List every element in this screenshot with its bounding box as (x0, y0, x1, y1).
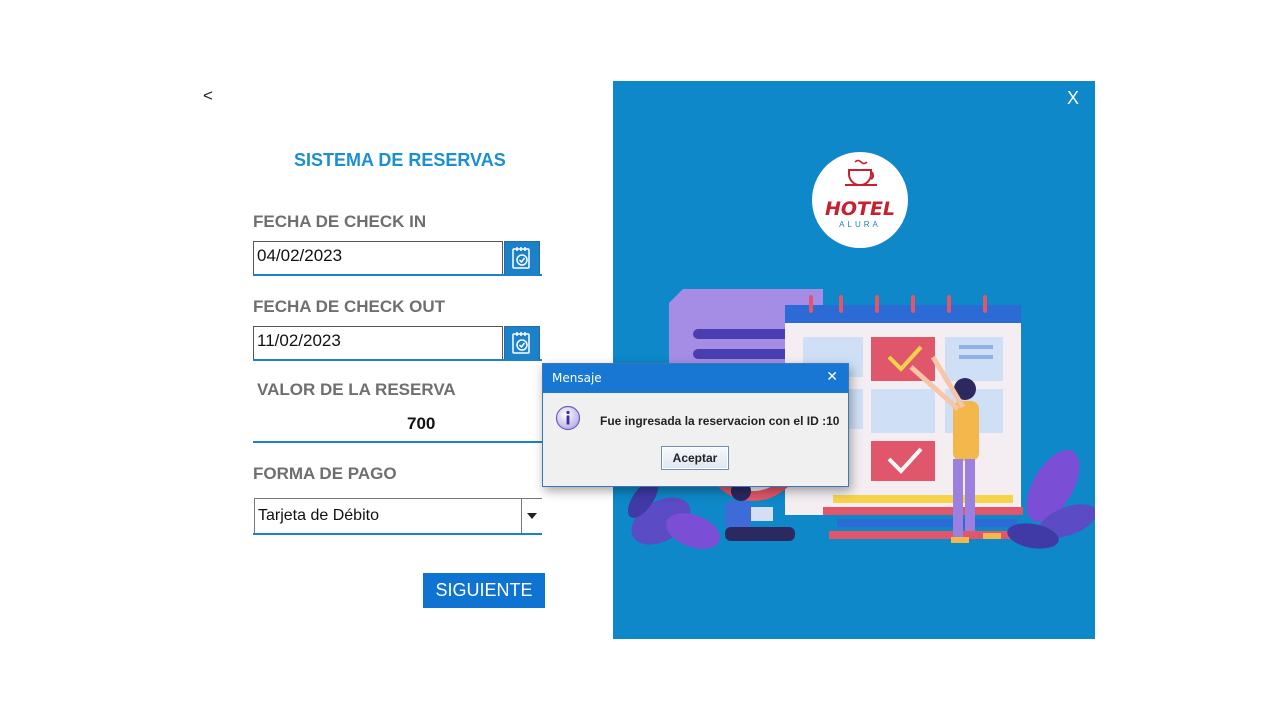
logo-subtext: ALURA (839, 220, 881, 229)
page-title: SISTEMA DE RESERVAS (294, 150, 506, 170)
dialog-title: Mensaje (552, 371, 602, 385)
logo-text: HOTEL (824, 198, 896, 220)
checkin-date-input[interactable]: 04/02/2023 (253, 241, 503, 275)
checkout-underline (253, 359, 542, 361)
dialog-message: Fue ingresada la reservacion con el ID :… (600, 414, 840, 428)
dropdown-arrow[interactable] (521, 499, 542, 533)
close-window-button[interactable]: X (1067, 88, 1079, 109)
valor-value: 700 (407, 414, 436, 433)
payment-method-value: Tarjeta de Débito (258, 507, 379, 524)
checkin-label: FECHA DE CHECK IN (253, 212, 427, 231)
checkout-label: FECHA DE CHECK OUT (253, 297, 446, 316)
illustration-panel: X HOTEL ALURA (613, 81, 1095, 639)
valor-label: VALOR DE LA RESERVA (257, 380, 456, 399)
calendar-icon (512, 247, 530, 269)
hotel-logo: HOTEL ALURA (812, 152, 908, 248)
pago-underline (253, 533, 542, 535)
checkout-date-input[interactable]: 11/02/2023 (253, 326, 503, 360)
checkin-underline (253, 274, 542, 276)
payment-method-select[interactable]: Tarjeta de Débito (254, 498, 542, 534)
pago-label: FORMA DE PAGO (253, 464, 397, 483)
checkin-calendar-button[interactable] (504, 241, 540, 275)
calendar-icon (512, 332, 530, 354)
chevron-down-icon (527, 513, 537, 519)
dialog-ok-button[interactable]: Aceptar (661, 446, 729, 470)
info-icon (555, 405, 581, 431)
checkout-calendar-button[interactable] (504, 326, 540, 360)
next-button[interactable]: SIGUIENTE (423, 573, 545, 608)
valor-underline (253, 441, 542, 443)
message-dialog: Mensaje ✕ Fue ingresada la reservacion c… (542, 363, 849, 487)
coffee-cup-icon (845, 159, 877, 186)
back-button[interactable]: < (203, 86, 213, 106)
dialog-titlebar: Mensaje ✕ (543, 364, 848, 393)
dialog-close-button[interactable]: ✕ (826, 369, 838, 385)
